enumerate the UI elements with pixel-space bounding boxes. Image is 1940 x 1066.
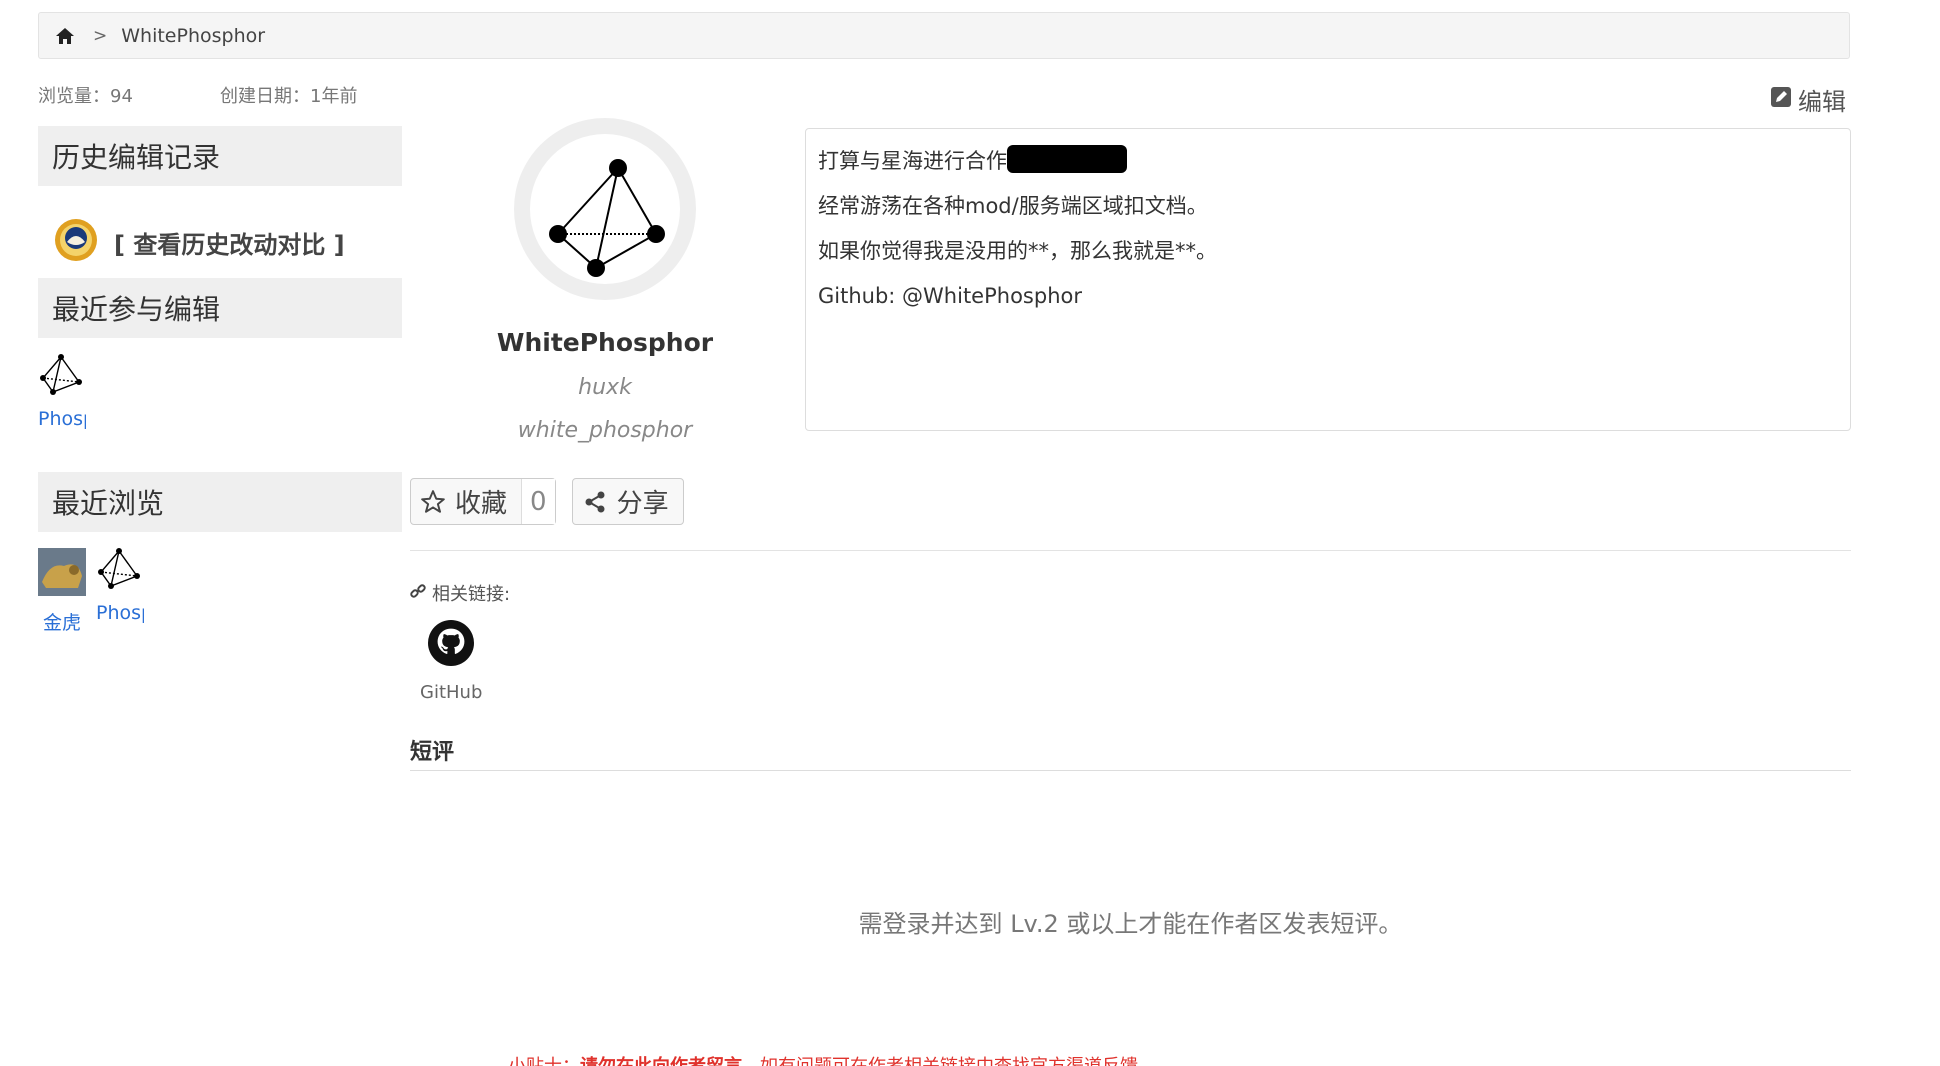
breadcrumb: > WhitePhosphor bbox=[38, 12, 1850, 59]
recent-view-item[interactable]: 金虎 bbox=[38, 548, 86, 635]
github-label: GitHub bbox=[420, 682, 483, 703]
edit-button[interactable]: 编辑 bbox=[1770, 82, 1846, 117]
star-icon bbox=[411, 489, 455, 515]
bio-line: 如果你觉得我是没用的**，那么我就是**。 bbox=[818, 239, 1217, 263]
view-count: 浏览量：94 bbox=[38, 86, 133, 107]
breadcrumb-current: WhitePhosphor bbox=[121, 24, 266, 47]
tetrahedron-icon bbox=[39, 354, 85, 400]
login-required-note: 需登录并达到 Lv.2 或以上才能在作者区发表短评。 bbox=[858, 910, 1403, 938]
bio-line: 打算与星海进行合作 bbox=[818, 139, 1838, 184]
sidebar: 历史编辑记录 [ 查看历史改动对比 ] 最近参与编辑 Phosphor 最近浏览 bbox=[38, 126, 402, 635]
link-icon bbox=[410, 583, 426, 604]
tetrahedron-avatar-icon bbox=[549, 159, 665, 277]
share-icon bbox=[573, 490, 617, 514]
bio-line: 经常游荡在各种mod/服务端区域扣文档。 bbox=[818, 194, 1208, 218]
favorite-count: 0 bbox=[521, 479, 555, 524]
edit-icon bbox=[1770, 86, 1792, 114]
github-link[interactable]: GitHub bbox=[420, 620, 482, 703]
recent-edit-item[interactable]: Phosphor bbox=[38, 354, 86, 430]
recent-view-title: 最近浏览 bbox=[38, 472, 402, 532]
golden-tiger-thumbnail bbox=[38, 548, 86, 600]
recent-view-item[interactable]: Phosphor bbox=[96, 548, 144, 635]
recent-view-label: Phosphor bbox=[96, 602, 144, 624]
home-icon[interactable] bbox=[53, 24, 77, 48]
favorite-label: 收藏 bbox=[455, 489, 508, 519]
redacted-block bbox=[1007, 145, 1127, 173]
tip-notice: 小贴士：请勿在此向作者留言，如有问题可在作者相关链接中查找官方渠道反馈。 bbox=[508, 1052, 1156, 1066]
history-link-text: [ 查看历史改动对比 ] bbox=[114, 230, 345, 259]
github-icon bbox=[428, 620, 475, 670]
recent-edit-label: Phosphor bbox=[38, 408, 86, 430]
action-bar: 收藏 0 分享 bbox=[410, 478, 684, 525]
breadcrumb-separator: > bbox=[93, 25, 108, 46]
related-links-title: 相关链接: bbox=[410, 580, 510, 606]
recent-edit-title: 最近参与编辑 bbox=[38, 278, 402, 338]
divider bbox=[410, 770, 1851, 771]
history-title: 历史编辑记录 bbox=[38, 126, 402, 186]
history-compare-link[interactable]: [ 查看历史改动对比 ] bbox=[38, 186, 402, 278]
author-alias: white_phosphor bbox=[517, 418, 693, 443]
favorite-button[interactable]: 收藏 0 bbox=[410, 478, 556, 525]
share-label: 分享 bbox=[616, 489, 669, 519]
recent-view-label: 金虎 bbox=[42, 612, 81, 634]
author-bio: 打算与星海进行合作 经常游荡在各种mod/服务端区域扣文档。 如果你觉得我是没用… bbox=[805, 128, 1851, 431]
edit-label: 编辑 bbox=[1798, 88, 1846, 116]
tetrahedron-icon bbox=[97, 548, 143, 594]
share-button[interactable]: 分享 bbox=[571, 478, 684, 525]
author-profile: WhitePhosphor huxk white_phosphor bbox=[410, 118, 800, 443]
author-name: WhitePhosphor bbox=[496, 328, 714, 357]
bio-line: Github: @WhitePhosphor bbox=[818, 284, 1082, 308]
avatar bbox=[514, 118, 696, 300]
history-medal-icon bbox=[54, 216, 98, 268]
created-date: 创建日期：1年前 bbox=[220, 86, 358, 107]
divider bbox=[410, 550, 1851, 551]
author-alias: huxk bbox=[578, 375, 632, 400]
short-review-title: 短评 bbox=[410, 740, 455, 765]
